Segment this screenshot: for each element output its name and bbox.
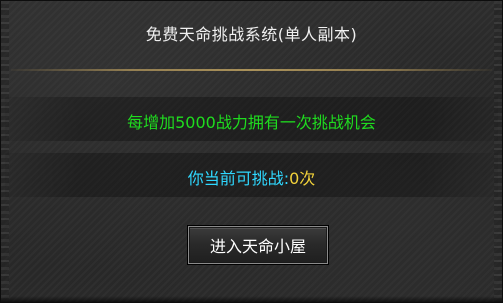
stone-edge-bottom [1, 296, 502, 302]
rule-text: 每增加5000战力拥有一次挑战机会 [127, 113, 376, 132]
title-bar: 免费天命挑战系统(单人副本) [1, 1, 502, 75]
challenge-label: 你当前可挑战: [187, 169, 290, 188]
challenge-status: 你当前可挑战:0次 [1, 165, 502, 189]
challenge-count: 0次 [289, 169, 316, 188]
challenge-dialog: 免费天命挑战系统(单人副本) 每增加5000战力拥有一次挑战机会 你当前可挑战:… [0, 0, 503, 303]
dialog-title: 免费天命挑战系统(单人副本) [145, 25, 358, 44]
title-divider [11, 69, 492, 71]
enter-cabin-button[interactable]: 进入天命小屋 [188, 226, 328, 264]
